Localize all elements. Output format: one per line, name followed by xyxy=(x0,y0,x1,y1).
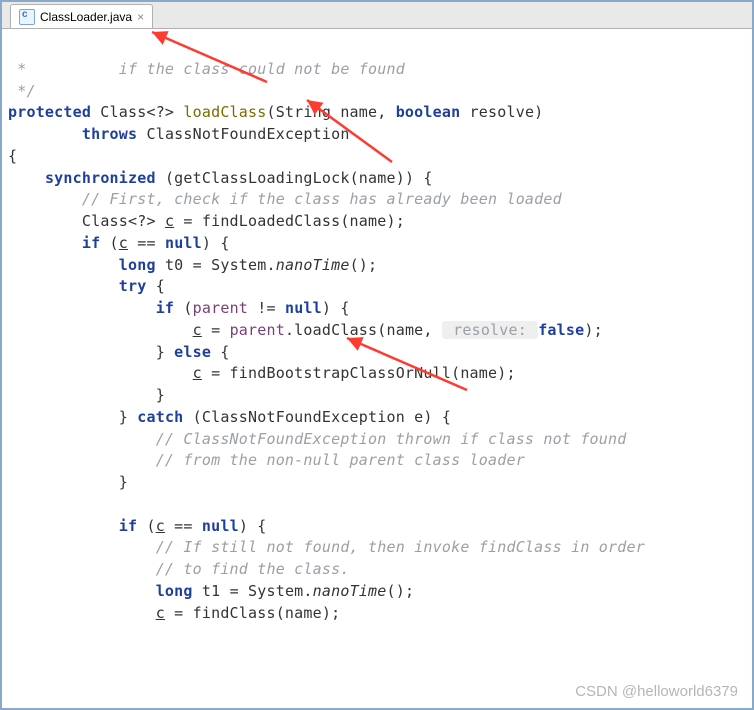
code-line: c = findClass(name); xyxy=(8,604,340,622)
code-line: c = parent.loadClass(name, resolve: fals… xyxy=(8,321,603,339)
code-line: * if the class could not be found xyxy=(8,60,405,78)
watermark: CSDN @helloworld6379 xyxy=(575,683,738,700)
code-line: if (c == null) { xyxy=(8,234,230,252)
tab-filename: ClassLoader.java xyxy=(40,10,132,24)
code-line xyxy=(8,495,17,513)
code-line: protected Class<?> loadClass(String name… xyxy=(8,103,543,121)
code-line: c = findBootstrapClassOrNull(name); xyxy=(8,364,516,382)
code-line: if (c == null) { xyxy=(8,517,267,535)
code-line: } xyxy=(8,473,128,491)
code-line: Class<?> c = findLoadedClass(name); xyxy=(8,212,405,230)
java-class-icon xyxy=(19,9,35,25)
editor-tab[interactable]: ClassLoader.java × xyxy=(10,4,153,28)
close-icon[interactable]: × xyxy=(137,10,144,24)
code-line: // to find the class. xyxy=(8,560,350,578)
code-line: // First, check if the class has already… xyxy=(8,190,562,208)
code-line: { xyxy=(8,147,17,165)
tab-bar: ClassLoader.java × xyxy=(2,2,752,29)
code-line: if (parent != null) { xyxy=(8,299,350,317)
code-line: // ClassNotFoundException thrown if clas… xyxy=(8,430,626,448)
code-line: throws ClassNotFoundException xyxy=(8,125,350,143)
code-line: // from the non-null parent class loader xyxy=(8,451,525,469)
code-line: // If still not found, then invoke findC… xyxy=(8,538,645,556)
code-editor[interactable]: * if the class could not be found */ pro… xyxy=(2,29,752,628)
code-line: synchronized (getClassLoadingLock(name))… xyxy=(8,169,433,187)
code-line: */ xyxy=(8,82,36,100)
code-line: } else { xyxy=(8,343,230,361)
code-line: } xyxy=(8,386,165,404)
code-line: long t0 = System.nanoTime(); xyxy=(8,256,377,274)
code-line: try { xyxy=(8,277,165,295)
code-line: long t1 = System.nanoTime(); xyxy=(8,582,414,600)
code-line: } catch (ClassNotFoundException e) { xyxy=(8,408,451,426)
